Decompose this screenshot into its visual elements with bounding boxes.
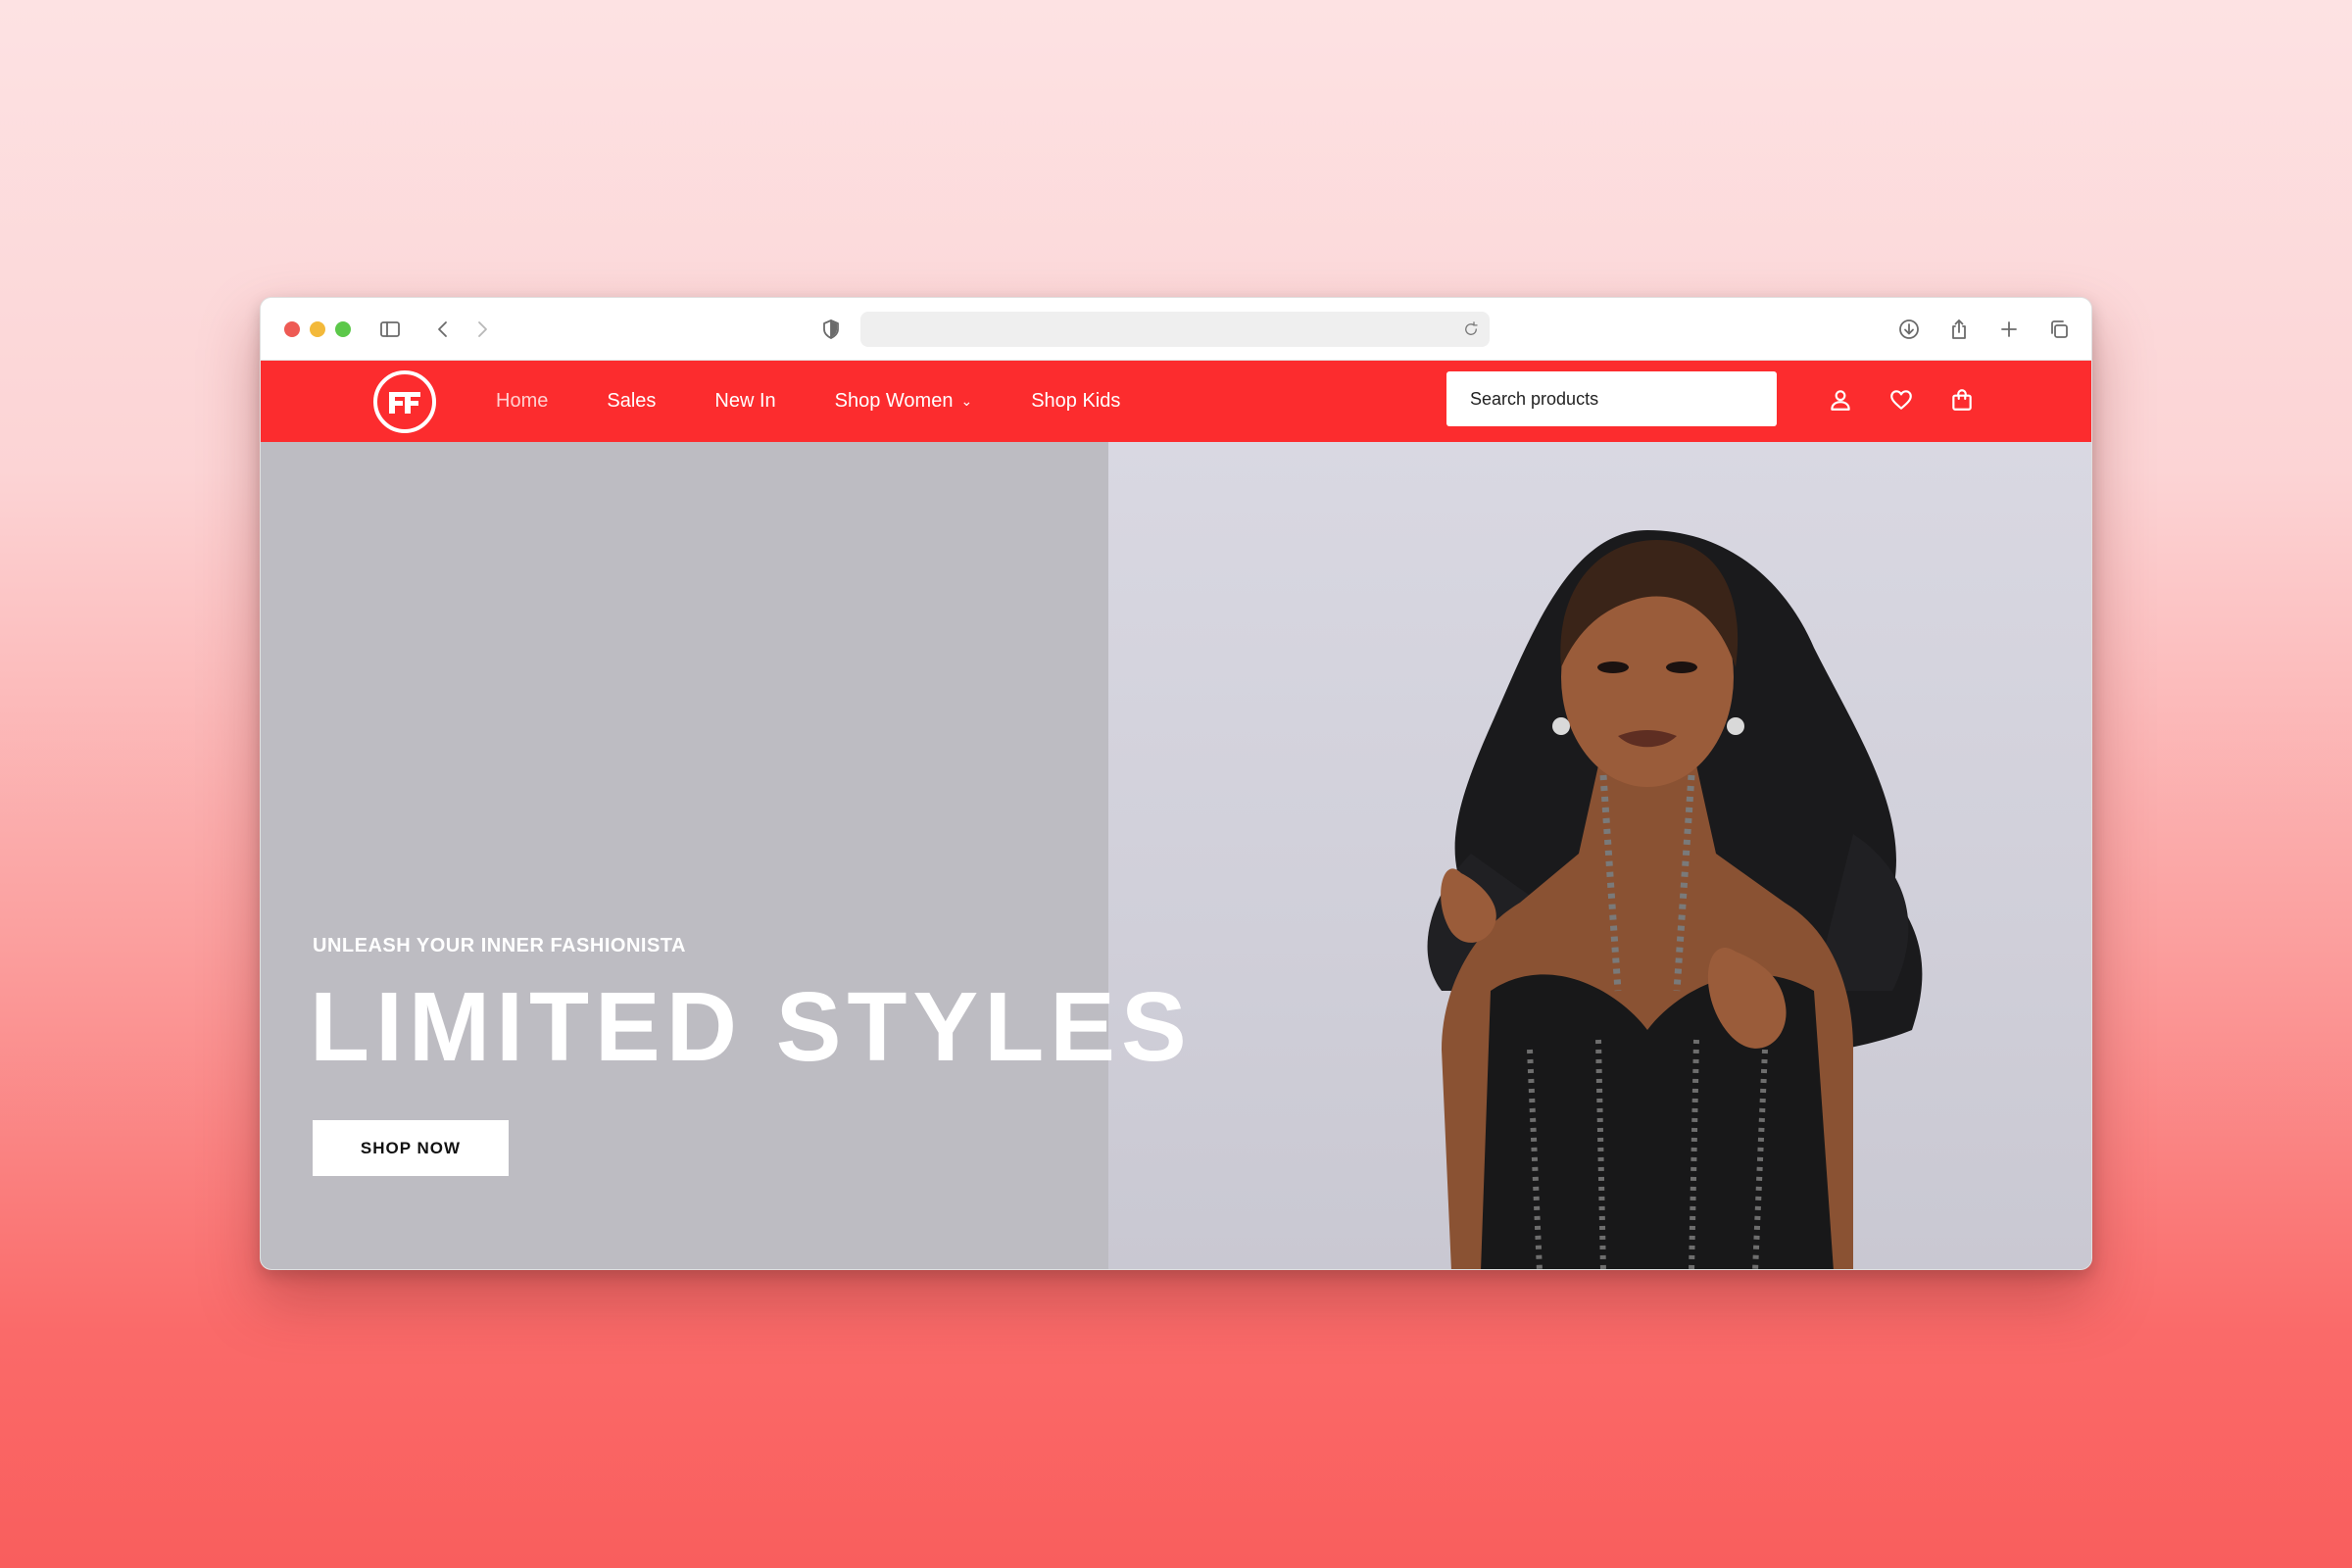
browser-toolbar — [261, 298, 2091, 361]
nav-new-in[interactable]: New In — [714, 390, 775, 413]
search-input[interactable] — [1446, 371, 1777, 426]
shop-now-button[interactable]: SHOP NOW — [313, 1120, 509, 1176]
address-bar[interactable] — [860, 312, 1490, 347]
hero-headline: LIMITED STYLES — [310, 972, 1193, 1082]
reload-icon[interactable] — [1458, 317, 1484, 342]
nav-sales[interactable]: Sales — [607, 390, 656, 413]
bag-icon[interactable] — [1946, 384, 1978, 416]
tab-overview-icon[interactable] — [2045, 316, 2073, 343]
site-header: Home Sales New In Shop Women ⌄ Shop Kids — [261, 361, 2091, 442]
minimize-window-button[interactable] — [310, 321, 325, 337]
new-tab-icon[interactable] — [1995, 316, 2023, 343]
forward-icon[interactable] — [468, 316, 496, 343]
nav-home[interactable]: Home — [496, 390, 548, 413]
close-window-button[interactable] — [284, 321, 300, 337]
maximize-window-button[interactable] — [335, 321, 351, 337]
model-illustration — [1427, 530, 1923, 1269]
nav-new-in-label: New In — [714, 390, 776, 412]
nav-sales-label: Sales — [607, 390, 657, 412]
downloads-icon[interactable] — [1895, 316, 1923, 343]
hero-banner: UNLEASH YOUR INNER FASHIONISTA LIMITED S… — [261, 442, 2091, 1269]
chevron-down-icon: ⌄ — [960, 393, 973, 409]
nav-shop-kids[interactable]: Shop Kids — [1031, 390, 1120, 413]
back-icon[interactable] — [429, 316, 457, 343]
share-icon[interactable] — [1945, 316, 1973, 343]
nav-shop-women[interactable]: Shop Women ⌄ — [835, 390, 973, 413]
sidebar-toggle-icon[interactable] — [376, 316, 404, 343]
main-nav: Home Sales New In Shop Women ⌄ Shop Kids — [496, 361, 1179, 442]
nav-shop-women-label: Shop Women — [834, 390, 954, 412]
hero-eyebrow: UNLEASH YOUR INNER FASHIONISTA — [313, 935, 686, 956]
ff-logo-icon — [389, 392, 420, 414]
nav-shop-kids-label: Shop Kids — [1031, 390, 1121, 412]
heart-icon[interactable] — [1886, 384, 1917, 416]
nav-home-label: Home — [496, 390, 549, 412]
model-photo — [1108, 442, 2091, 1269]
window-controls — [284, 321, 351, 337]
user-icon[interactable] — [1825, 384, 1856, 416]
ff-logo[interactable] — [373, 370, 436, 433]
privacy-shield-icon[interactable] — [817, 316, 845, 343]
browser-window: Home Sales New In Shop Women ⌄ Shop Kids — [260, 297, 2092, 1270]
